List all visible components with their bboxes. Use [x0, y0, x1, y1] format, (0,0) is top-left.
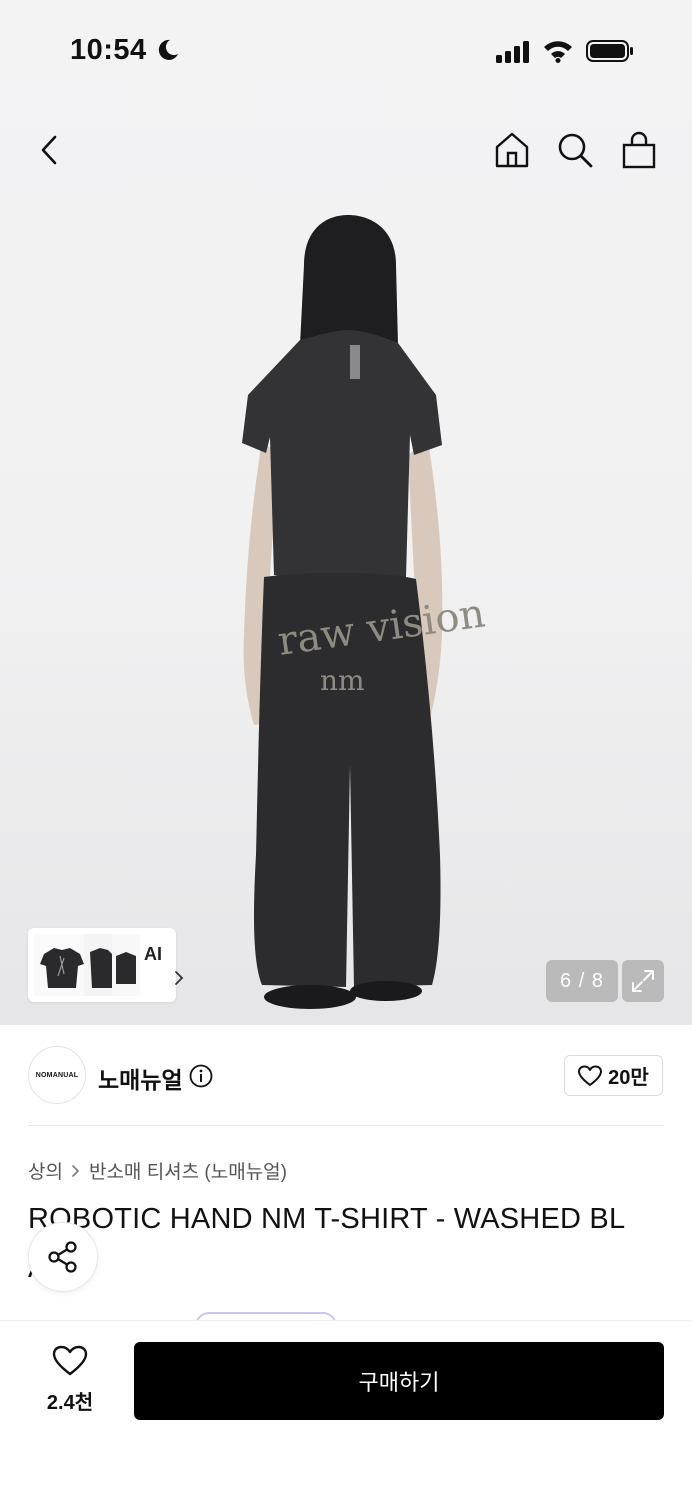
breadcrumb-category[interactable]: 상의	[28, 1157, 63, 1184]
thumbnail-front	[34, 934, 90, 996]
brand-like-count: 20만	[608, 1067, 649, 1089]
brand-name[interactable]: 노매뉴얼	[98, 1061, 183, 1095]
breadcrumb: 상의 반소매 티셔츠 (노매뉴얼)	[28, 1157, 287, 1184]
battery-icon	[586, 40, 633, 62]
search-icon	[558, 133, 593, 168]
status-bar: 10:54	[0, 0, 692, 100]
ai-similar-items-card[interactable]: AI	[28, 928, 184, 1002]
back-icon	[41, 135, 57, 165]
wishlist-count: 2.4천	[46, 1392, 94, 1414]
cellular-signal-icon	[496, 41, 529, 63]
brand-logo[interactable]: NOMANUAL	[28, 1046, 86, 1104]
thumbnail-back	[112, 934, 140, 996]
product-title: ROBOTIC HAND NM T-SHIRT - WASHED BL	[28, 1203, 626, 1235]
info-icon[interactable]	[189, 1064, 213, 1088]
heart-icon	[52, 1345, 88, 1376]
svg-text:nm: nm	[320, 664, 365, 697]
expand-button[interactable]	[622, 960, 664, 1002]
brand-like-button[interactable]: 20만	[564, 1055, 663, 1096]
expand-icon	[632, 970, 654, 992]
image-counter: 6 / 8	[546, 960, 618, 1002]
home-button[interactable]	[490, 128, 534, 172]
search-button[interactable]	[553, 128, 597, 172]
wifi-icon	[544, 41, 572, 63]
home-icon	[495, 132, 529, 168]
chevron-right-icon	[175, 971, 184, 985]
cart-icon	[622, 131, 656, 169]
divider	[28, 1125, 664, 1126]
back-button[interactable]	[28, 128, 72, 172]
ai-label: AI	[144, 944, 162, 964]
product-photo: raw vision nm	[242, 215, 488, 1009]
status-time: 10:54	[70, 34, 147, 66]
chevron-right-icon	[72, 1164, 80, 1177]
breadcrumb-subcategory[interactable]: 반소매 티셔츠 (노매뉴얼)	[89, 1157, 287, 1184]
share-button[interactable]	[28, 1222, 98, 1292]
bottom-action-bar: 2.4천 구매하기	[0, 1320, 692, 1500]
buy-button[interactable]: 구매하기	[134, 1342, 664, 1420]
moon-icon	[158, 39, 178, 60]
wishlist-button[interactable]: 2.4천	[30, 1345, 110, 1415]
cart-button[interactable]	[617, 128, 661, 172]
heart-icon	[578, 1065, 603, 1086]
share-icon	[48, 1241, 77, 1273]
product-image-gallery[interactable]: raw vision nm 10:54 AI 6 / 8	[0, 0, 692, 1025]
